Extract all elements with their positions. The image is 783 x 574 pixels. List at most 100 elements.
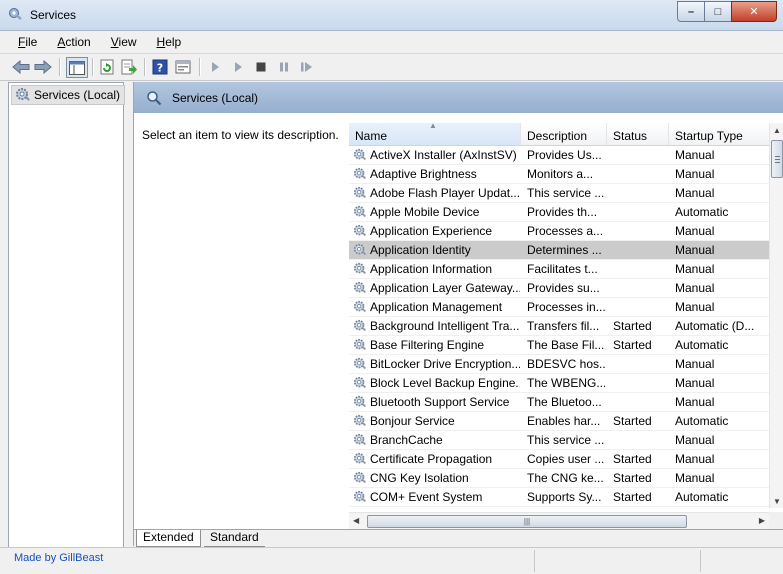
- service-status: Started: [613, 452, 652, 466]
- export-list-icon[interactable]: [120, 58, 138, 76]
- scrollbar-corner: [769, 512, 783, 529]
- table-row[interactable]: Application Management Processes in... Man…: [349, 298, 769, 317]
- vertical-scrollbar[interactable]: ▲ ▼: [769, 123, 783, 508]
- view-tabs: Extended Standard: [134, 529, 783, 547]
- status-bar: Made by GillBeast: [0, 547, 783, 574]
- tab-extended[interactable]: Extended: [136, 530, 201, 547]
- service-status: [613, 355, 667, 373]
- table-row[interactable]: CNG Key Isolation The CNG ke... Started Man…: [349, 469, 769, 488]
- menu-file[interactable]: File: [0, 35, 45, 49]
- menu-help[interactable]: Help: [145, 35, 190, 49]
- thumb-grip: [775, 159, 780, 160]
- service-description: This service ...: [527, 433, 605, 447]
- refresh-icon[interactable]: [98, 58, 116, 76]
- resume-service-icon[interactable]: [298, 58, 316, 76]
- tab-standard[interactable]: Standard: [204, 530, 265, 547]
- svg-text:?: ?: [157, 62, 163, 75]
- help-icon[interactable]: ?: [151, 58, 169, 76]
- service-startup-type: Manual: [675, 262, 715, 276]
- service-status: [613, 279, 667, 297]
- service-status: Started: [613, 319, 652, 333]
- scroll-down-icon[interactable]: ▼: [773, 497, 781, 506]
- service-name: Block Level Backup Engine...: [370, 376, 520, 390]
- column-header-status[interactable]: Status: [607, 123, 669, 145]
- table-row[interactable]: BitLocker Drive Encryption... BDESVC hos.…: [349, 355, 769, 374]
- status-separator: [700, 550, 701, 572]
- service-name: Apple Mobile Device: [370, 205, 480, 219]
- tree-item-label: Services (Local): [34, 88, 121, 102]
- service-startup-type: Manual: [675, 186, 715, 200]
- table-row[interactable]: Apple Mobile Device Provides th... Automat…: [349, 203, 769, 222]
- service-name: Application Layer Gateway...: [370, 281, 520, 295]
- service-status: Started: [613, 414, 652, 428]
- service-gear-icon: [353, 167, 367, 184]
- service-gear-icon: [353, 452, 367, 469]
- service-description: The WBENG...: [527, 376, 605, 390]
- menu-action[interactable]: Action: [45, 35, 98, 49]
- services-list: ▲ Name Description Status Startup Type A…: [349, 120, 783, 530]
- table-row[interactable]: ActiveX Installer (AxInstSV) Provides Us.…: [349, 146, 769, 165]
- window-controls: – □ ✕: [677, 1, 777, 22]
- gear-icon: [15, 87, 31, 108]
- table-row[interactable]: Base Filtering Engine The Base Fil... Star…: [349, 336, 769, 355]
- scroll-left-icon[interactable]: ◀: [353, 516, 359, 525]
- service-description: The Bluetoo...: [527, 395, 602, 409]
- close-button[interactable]: ✕: [731, 1, 777, 22]
- table-row[interactable]: Bluetooth Support Service The Bluetoo... M…: [349, 393, 769, 412]
- back-arrow-icon[interactable]: [12, 58, 30, 76]
- service-name: Application Experience: [370, 224, 493, 238]
- scroll-right-icon[interactable]: ▶: [759, 516, 765, 525]
- vertical-scroll-thumb[interactable]: [771, 140, 783, 178]
- menu-help-accelerator: H: [156, 35, 166, 49]
- properties-icon[interactable]: [174, 58, 192, 76]
- stop-service-icon[interactable]: [252, 58, 270, 76]
- table-row[interactable]: BranchCache This service ... Manual: [349, 431, 769, 450]
- service-name: Adobe Flash Player Updat...: [370, 186, 520, 200]
- table-row[interactable]: Certificate Propagation Copies user ... St…: [349, 450, 769, 469]
- column-header-startup-type[interactable]: Startup Type: [669, 123, 769, 145]
- menu-view[interactable]: View: [99, 35, 145, 49]
- table-row[interactable]: Application Information Facilitates t... M…: [349, 260, 769, 279]
- table-row[interactable]: Adobe Flash Player Updat... This service …: [349, 184, 769, 203]
- service-name: Bluetooth Support Service: [370, 395, 510, 409]
- sort-ascending-icon: ▲: [429, 121, 437, 130]
- service-startup-type: Automatic (D...: [675, 319, 755, 333]
- minimize-button[interactable]: –: [677, 1, 704, 22]
- table-row[interactable]: COM+ Event System Supports Sy... Started Au…: [349, 488, 769, 507]
- start-service-icon[interactable]: [206, 58, 224, 76]
- pause-service-icon[interactable]: [275, 58, 293, 76]
- service-description: Provides th...: [527, 205, 598, 219]
- table-row[interactable]: Background Intelligent Tra... Transfers f…: [349, 317, 769, 336]
- service-startup-type: Automatic: [675, 414, 729, 428]
- magnifier-icon: [146, 90, 162, 109]
- service-startup-type: Manual: [675, 281, 715, 295]
- service-status: Started: [613, 338, 652, 352]
- column-header-name[interactable]: ▲ Name: [349, 121, 521, 145]
- column-header-row: ▲ Name Description Status Startup Type: [349, 121, 769, 146]
- service-name: Bonjour Service: [370, 414, 455, 428]
- table-row[interactable]: Application Experience Processes a... Manu…: [349, 222, 769, 241]
- horizontal-scroll-thumb[interactable]: |||: [367, 515, 687, 528]
- scroll-up-icon[interactable]: ▲: [773, 126, 781, 135]
- service-description: Provides su...: [527, 281, 600, 295]
- service-gear-icon: [353, 395, 367, 412]
- service-status: [613, 431, 667, 449]
- services-rows: ActiveX Installer (AxInstSV) Provides Us.…: [349, 146, 769, 507]
- table-row[interactable]: Application Identity Determines ... Manual: [349, 241, 769, 260]
- start-service-alt-icon[interactable]: [229, 58, 247, 76]
- horizontal-scrollbar[interactable]: ◀ ||| ▶: [349, 512, 769, 530]
- column-header-description[interactable]: Description: [521, 123, 607, 145]
- toolbar-separator: [59, 58, 61, 76]
- service-description: Facilitates t...: [527, 262, 598, 276]
- tree-item-services-local[interactable]: Services (Local): [11, 85, 126, 108]
- service-name: Application Identity: [370, 243, 471, 257]
- table-row[interactable]: Block Level Backup Engine... The WBENG...…: [349, 374, 769, 393]
- table-row[interactable]: Bonjour Service Enables har... Started Auto…: [349, 412, 769, 431]
- service-gear-icon: [353, 262, 367, 279]
- table-row[interactable]: Adaptive Brightness Monitors a... Manual: [349, 165, 769, 184]
- maximize-button[interactable]: □: [704, 1, 731, 22]
- credit-text: Made by GillBeast: [14, 552, 104, 564]
- table-row[interactable]: Application Layer Gateway... Provides su.…: [349, 279, 769, 298]
- forward-arrow-icon[interactable]: [34, 58, 52, 76]
- show-hide-console-tree-icon[interactable]: [66, 57, 88, 78]
